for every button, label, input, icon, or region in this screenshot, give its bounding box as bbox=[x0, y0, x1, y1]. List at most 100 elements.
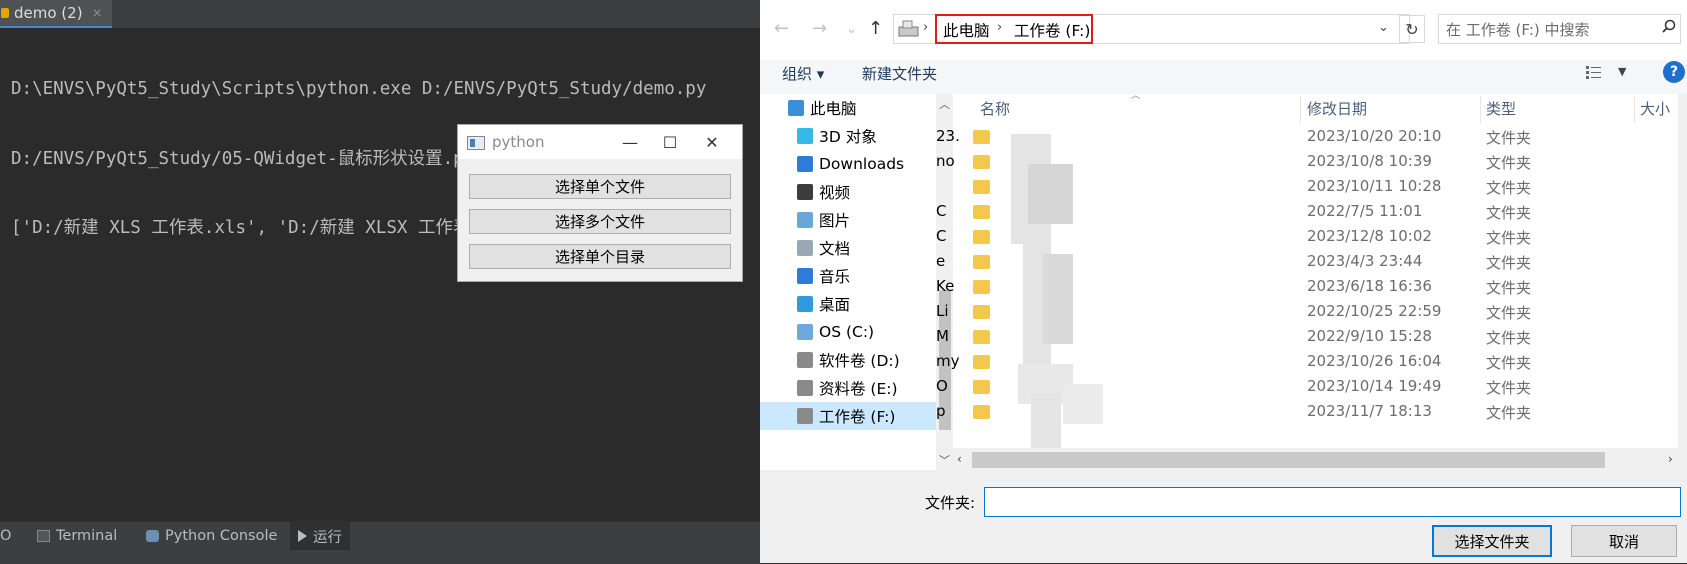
file-type[interactable]: 文件夹 bbox=[1486, 252, 1531, 273]
terminal-icon bbox=[37, 530, 50, 542]
file-type[interactable]: 文件夹 bbox=[1486, 352, 1531, 373]
file-type[interactable]: 文件夹 bbox=[1486, 402, 1531, 423]
recent-locations-dropdown-icon[interactable]: ⌄ bbox=[846, 22, 857, 37]
help-icon[interactable]: ? bbox=[1663, 61, 1685, 83]
file-name[interactable]: C bbox=[936, 227, 946, 245]
sidebar-item-label: 工作卷 (F:) bbox=[819, 408, 896, 426]
sidebar-item-drive[interactable]: 工作卷 (F:) bbox=[760, 402, 937, 430]
breadcrumb-this-pc[interactable]: 此电脑 bbox=[943, 19, 990, 41]
organize-menu[interactable]: 组织 ▾ bbox=[782, 63, 824, 84]
file-type[interactable]: 文件夹 bbox=[1486, 302, 1531, 323]
file-date[interactable]: 2023/4/3 23:44 bbox=[1307, 252, 1422, 270]
column-name[interactable]: 名称 bbox=[980, 98, 1010, 119]
file-name[interactable]: p bbox=[936, 402, 946, 420]
scroll-right-icon[interactable]: › bbox=[1668, 452, 1673, 466]
close-icon[interactable]: × bbox=[92, 6, 103, 21]
maximize-button[interactable]: ☐ bbox=[648, 128, 692, 156]
file-type[interactable]: 文件夹 bbox=[1486, 227, 1531, 248]
select-folder-button[interactable]: 选择文件夹 bbox=[1432, 525, 1552, 557]
sidebar-item-computer[interactable]: 此电脑 bbox=[760, 94, 937, 122]
minimize-button[interactable]: — bbox=[608, 128, 652, 156]
file-date[interactable]: 2022/10/25 22:59 bbox=[1307, 302, 1441, 320]
close-button[interactable]: ✕ bbox=[690, 128, 734, 156]
folder-input[interactable] bbox=[984, 487, 1681, 517]
cancel-button[interactable]: 取消 bbox=[1571, 525, 1677, 557]
sidebar-item-windows-drive[interactable]: OS (C:) bbox=[760, 318, 937, 346]
sidebar-item-document[interactable]: 文档 bbox=[760, 234, 937, 262]
file-type[interactable]: 文件夹 bbox=[1486, 177, 1531, 198]
select-multiple-files-button[interactable]: 选择多个文件 bbox=[469, 209, 731, 234]
sidebar-item-music[interactable]: 音乐 bbox=[760, 262, 937, 290]
file-name[interactable]: C bbox=[936, 202, 946, 220]
file-date[interactable]: 2023/10/11 10:28 bbox=[1307, 177, 1441, 195]
file-type[interactable]: 文件夹 bbox=[1486, 277, 1531, 298]
new-folder-button[interactable]: 新建文件夹 bbox=[862, 63, 937, 84]
music-icon bbox=[797, 268, 813, 284]
column-divider[interactable] bbox=[1480, 96, 1481, 123]
view-dropdown-icon[interactable]: ▼ bbox=[1618, 65, 1626, 78]
back-arrow-icon[interactable]: ← bbox=[774, 18, 789, 39]
select-single-file-button[interactable]: 选择单个文件 bbox=[469, 174, 731, 199]
file-name[interactable]: 23. bbox=[936, 127, 960, 145]
sidebar-item-desktop[interactable]: 桌面 bbox=[760, 290, 937, 318]
file-date[interactable]: 2022/7/5 11:01 bbox=[1307, 202, 1422, 220]
column-divider[interactable] bbox=[1634, 96, 1635, 123]
search-icon[interactable] bbox=[1662, 19, 1676, 33]
ide-bottom-toolbar: O Terminal Python Console 运行 bbox=[0, 521, 760, 564]
up-arrow-icon[interactable]: ↑ bbox=[868, 18, 883, 39]
file-type[interactable]: 文件夹 bbox=[1486, 202, 1531, 223]
address-dropdown-icon[interactable]: ⌄ bbox=[1378, 20, 1389, 35]
run-tab[interactable]: demo (2) × bbox=[0, 0, 112, 28]
sidebar-item-cube[interactable]: 3D 对象 bbox=[760, 122, 937, 150]
sidebar-item-download[interactable]: Downloads bbox=[760, 150, 937, 178]
tab-partial[interactable]: O bbox=[0, 522, 11, 550]
file-date[interactable]: 2023/10/14 19:49 bbox=[1307, 377, 1441, 395]
file-type[interactable]: 文件夹 bbox=[1486, 127, 1531, 148]
python-window-titlebar[interactable]: python — ☐ ✕ bbox=[458, 125, 742, 159]
scroll-up-icon[interactable]: ︿ bbox=[939, 96, 950, 112]
sidebar-item-drive[interactable]: 资料卷 (E:) bbox=[760, 374, 937, 402]
file-type[interactable]: 文件夹 bbox=[1486, 327, 1531, 348]
tab-run[interactable]: 运行 bbox=[290, 522, 350, 550]
refresh-button[interactable]: ↻ bbox=[1399, 15, 1425, 43]
drive-icon bbox=[898, 20, 919, 37]
horizontal-scrollbar-thumb[interactable] bbox=[972, 452, 1605, 468]
folder-label: 文件夹: bbox=[925, 494, 976, 512]
column-date[interactable]: 修改日期 bbox=[1307, 98, 1367, 119]
file-name[interactable]: no bbox=[936, 152, 955, 170]
column-type[interactable]: 类型 bbox=[1486, 98, 1516, 119]
file-name[interactable]: Li bbox=[936, 302, 949, 320]
file-name[interactable]: O bbox=[936, 377, 948, 395]
tab-terminal[interactable]: Terminal bbox=[37, 522, 117, 550]
view-options-icon[interactable] bbox=[1586, 65, 1602, 79]
file-name[interactable]: my bbox=[936, 352, 960, 370]
file-name[interactable]: Ke bbox=[936, 277, 954, 295]
file-list-vertical-scrollbar[interactable] bbox=[1678, 94, 1687, 448]
breadcrumb-separator-icon: › bbox=[997, 20, 1003, 35]
scroll-left-icon[interactable]: ‹ bbox=[957, 452, 962, 466]
file-date[interactable]: 2023/10/20 20:10 bbox=[1307, 127, 1441, 145]
file-date[interactable]: 2023/10/26 16:04 bbox=[1307, 352, 1441, 370]
column-divider[interactable] bbox=[1300, 96, 1301, 123]
file-date[interactable]: 2023/6/18 16:36 bbox=[1307, 277, 1432, 295]
app-icon bbox=[467, 136, 485, 150]
column-size[interactable]: 大小 bbox=[1640, 98, 1670, 119]
file-date[interactable]: 2022/9/10 15:28 bbox=[1307, 327, 1432, 345]
file-name[interactable]: e bbox=[936, 252, 945, 270]
sidebar-item-video[interactable]: 视频 bbox=[760, 178, 937, 206]
breadcrumb-work-drive[interactable]: 工作卷 (F:) bbox=[1014, 19, 1090, 41]
file-type[interactable]: 文件夹 bbox=[1486, 152, 1531, 173]
folder-icon bbox=[973, 205, 990, 219]
folder-picker-dialog: ← → ⌄ ↑ › 此电脑 › 工作卷 (F:) ⌄ ↻ 在 工作卷 (F:) … bbox=[760, 0, 1687, 563]
scroll-down-icon[interactable]: ﹀ bbox=[939, 452, 950, 468]
sidebar-item-drive[interactable]: 软件卷 (D:) bbox=[760, 346, 937, 374]
forward-arrow-icon[interactable]: → bbox=[812, 18, 827, 39]
file-name[interactable]: M bbox=[936, 327, 949, 345]
file-type[interactable]: 文件夹 bbox=[1486, 377, 1531, 398]
sidebar-item-picture[interactable]: 图片 bbox=[760, 206, 937, 234]
tab-python-console[interactable]: Python Console bbox=[146, 522, 277, 550]
file-date[interactable]: 2023/11/7 18:13 bbox=[1307, 402, 1432, 420]
select-directory-button[interactable]: 选择单个目录 bbox=[469, 244, 731, 269]
file-date[interactable]: 2023/10/8 10:39 bbox=[1307, 152, 1432, 170]
file-date[interactable]: 2023/12/8 10:02 bbox=[1307, 227, 1432, 245]
